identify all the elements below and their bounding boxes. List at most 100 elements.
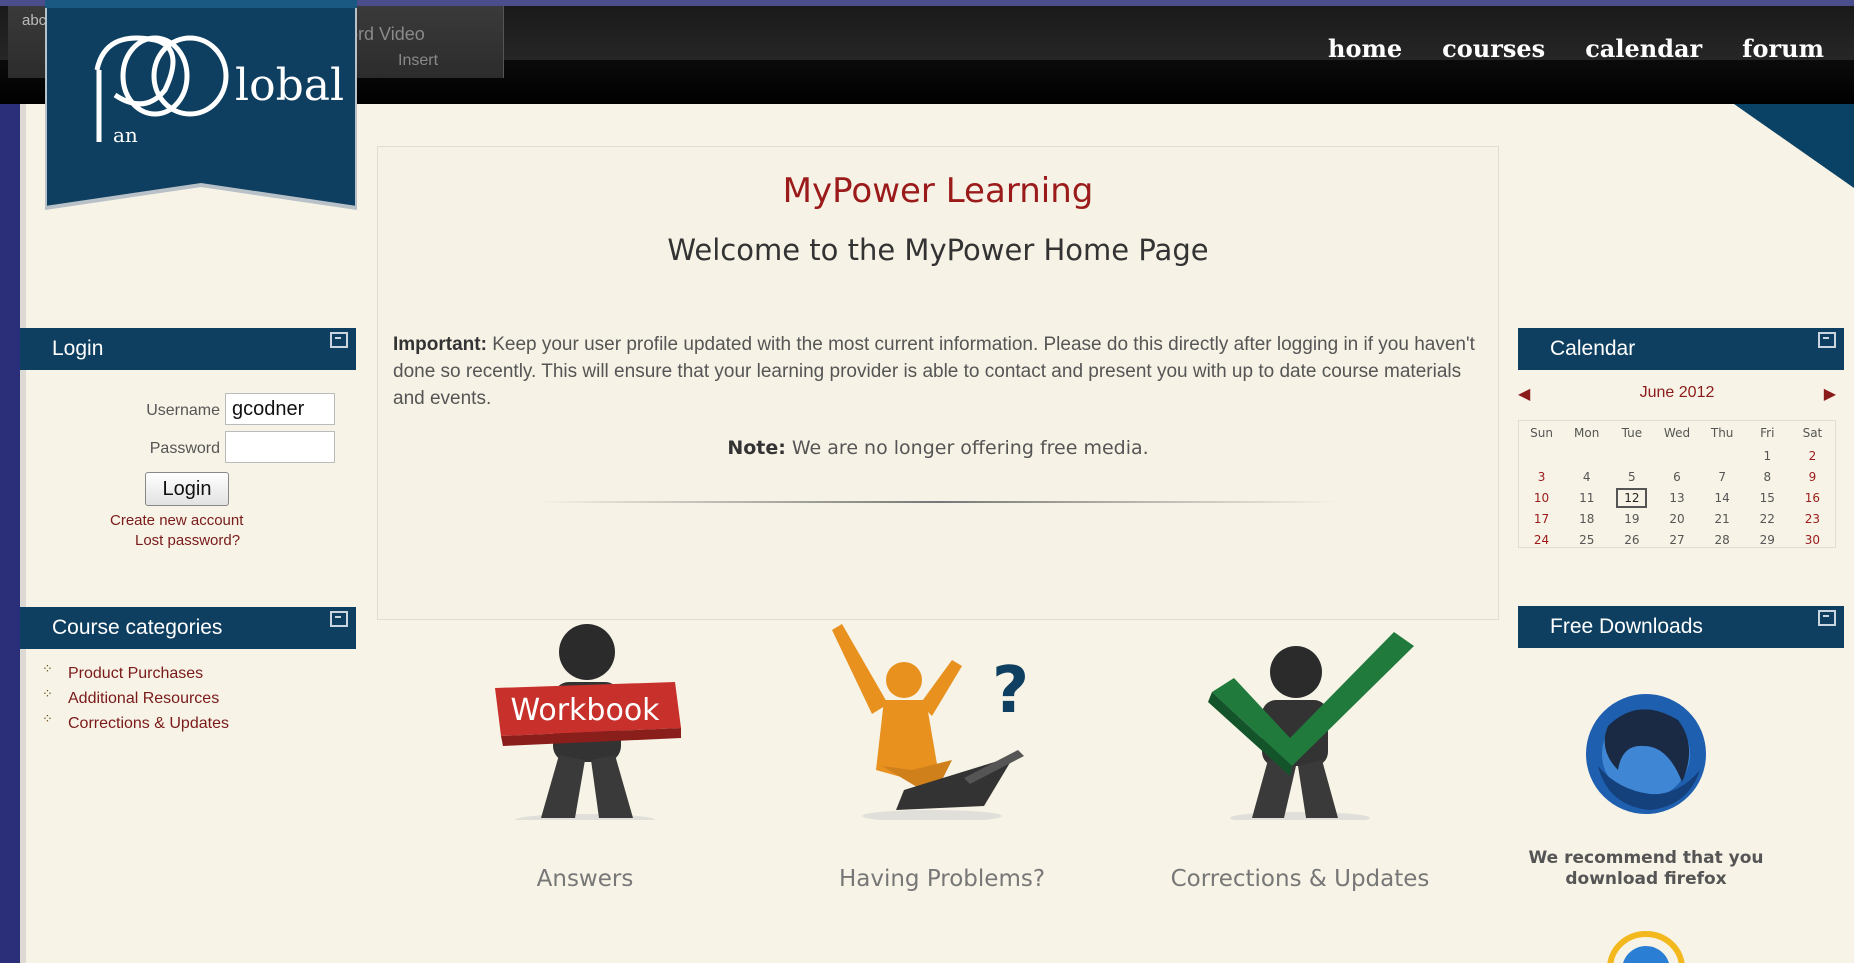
calendar-day [1564,445,1609,466]
category-label[interactable]: Corrections & Updates [68,715,229,733]
page-corner-decoration [1734,104,1854,188]
calendar-week-row: 3456789 [1519,466,1835,487]
category-item[interactable]: ⁘ Additional Resources [42,686,219,709]
password-input[interactable] [225,431,335,463]
login-header-title: Login [52,337,104,360]
calendar-day[interactable]: 8 [1745,466,1790,487]
calendar-day[interactable]: 22 [1745,508,1790,529]
collapse-icon[interactable] [1818,610,1836,626]
calendar-day[interactable]: 7 [1700,466,1745,487]
downloads-header-title: Free Downloads [1550,615,1703,638]
calendar-week-row: 24 25 26 27 28 29 30 [1519,529,1835,550]
main-nav: home courses calendar forum [1328,34,1824,63]
feature-corrections[interactable]: Corrections & Updates [1150,620,1450,910]
feature-having-problems[interactable]: ? Having Problems? [792,620,1092,910]
username-input[interactable] [225,393,335,425]
confused-figure-icon: ? [832,624,1029,822]
calendar-day [1519,445,1564,466]
calendar-week-row: 17 18 19 20 21 22 23 [1519,508,1835,529]
password-label: Password [149,440,220,457]
collapse-icon[interactable] [1818,332,1836,348]
insert-group-label: Insert [398,52,439,69]
calendar-day[interactable]: 18 [1564,508,1609,529]
calendar-weekday: Fri [1760,426,1775,440]
calendar-day[interactable]: 4 [1564,466,1609,487]
page-subtitle: Welcome to the MyPower Home Page [667,233,1209,267]
calendar-day[interactable]: 13 [1654,487,1699,508]
calendar-day[interactable]: 29 [1745,529,1790,550]
calendar-day[interactable]: 19 [1609,508,1654,529]
calendar-day[interactable]: 25 [1564,529,1609,550]
calendar-day[interactable]: 6 [1654,466,1699,487]
calendar-weekday: Wed [1663,426,1691,440]
nav-calendar[interactable]: calendar [1585,34,1702,63]
feature-caption[interactable]: Having Problems? [792,866,1092,892]
calendar-day[interactable]: 24 [1519,529,1564,550]
feature-caption[interactable]: Corrections & Updates [1150,866,1450,892]
login-block-header: Login [20,328,356,370]
collapse-icon[interactable] [330,332,348,348]
calendar-day[interactable]: 30 [1790,529,1835,550]
calendar-today-marker[interactable]: 12 [1616,487,1648,508]
nav-home[interactable]: home [1328,34,1402,63]
note-notice: Note: We are no longer offering free med… [378,437,1498,459]
workbook-figure-icon: Workbook [495,624,681,826]
calendar-day[interactable]: 28 [1700,529,1745,550]
nav-forum[interactable]: forum [1742,34,1824,63]
note-text: We are no longer offering free media. [785,437,1149,459]
logo-text-main: lobal [235,60,344,111]
categories-block-header: Course categories [20,607,356,649]
site-logo[interactable]: lobal an [43,0,359,215]
calendar-day[interactable]: 14 [1700,487,1745,508]
calendar-day[interactable]: 3 [1519,466,1564,487]
feature-answers[interactable]: Workbook Answers [435,620,735,910]
login-button[interactable]: Login [145,472,229,506]
calendar-day[interactable]: 23 [1790,508,1835,529]
toolbar-abc-label[interactable]: abc [22,12,46,29]
category-icon: ⁘ [42,711,53,726]
calendar-block-header: Calendar [1518,328,1844,370]
calendar-week-row: 12 [1519,445,1835,466]
create-account-link[interactable]: Create new account [110,512,243,529]
category-label[interactable]: Product Purchases [68,665,203,683]
calendar-grid: Sun Mon Tue Wed Thu Fri Sat 1 2 3 4 5 6 7 8 9 10 11 12 13 1… [1518,420,1836,548]
divider [538,501,1338,503]
category-icon: ⁘ [42,661,53,676]
next-month-icon[interactable]: ▶ [1824,384,1836,404]
calendar-day[interactable]: 12 [1609,487,1654,508]
firefox-recommendation: We recommend that you download firefox [1528,848,1764,889]
calendar-weekday: Thu [1710,426,1734,440]
calendar-day[interactable]: 17 [1519,508,1564,529]
collapse-icon[interactable] [330,611,348,627]
calendar-day[interactable]: 15 [1745,487,1790,508]
calendar-day [1654,445,1699,466]
window-left-edge [0,0,20,963]
calendar-month-label: June 2012 [1639,384,1715,401]
calendar-day[interactable]: 9 [1790,466,1835,487]
calendar-day[interactable]: 20 [1654,508,1699,529]
internet-explorer-icon[interactable] [1600,928,1692,963]
calendar-day[interactable]: 1 [1745,445,1790,466]
calendar-day[interactable]: 26 [1609,529,1654,550]
calendar-month-nav: ◀ June 2012 ▶ [1518,384,1836,406]
lost-password-link[interactable]: Lost password? [135,532,240,549]
calendar-day[interactable]: 10 [1519,487,1564,508]
username-label: Username [146,402,220,419]
category-icon: ⁘ [42,686,53,701]
calendar-day[interactable]: 16 [1790,487,1835,508]
important-label: Important: [393,334,487,355]
calendar-body: 1 2 3 4 5 6 7 8 9 10 11 12 13 14 15 16 17 18 19 20 21 22 23 24 2… [1519,445,1835,550]
calendar-weekday: Sun [1530,426,1553,440]
calendar-weekday: Sat [1802,426,1823,440]
firefox-icon[interactable] [1578,686,1714,822]
category-item[interactable]: ⁘ Product Purchases [42,661,203,684]
nav-courses[interactable]: courses [1442,34,1545,63]
category-label[interactable]: Additional Resources [68,690,219,708]
calendar-day[interactable]: 27 [1654,529,1699,550]
feature-caption[interactable]: Answers [435,866,735,892]
category-item[interactable]: ⁘ Corrections & Updates [42,711,229,734]
calendar-day[interactable]: 2 [1790,445,1835,466]
calendar-day[interactable]: 5 [1609,466,1654,487]
calendar-day[interactable]: 11 [1564,487,1609,508]
calendar-day[interactable]: 21 [1700,508,1745,529]
